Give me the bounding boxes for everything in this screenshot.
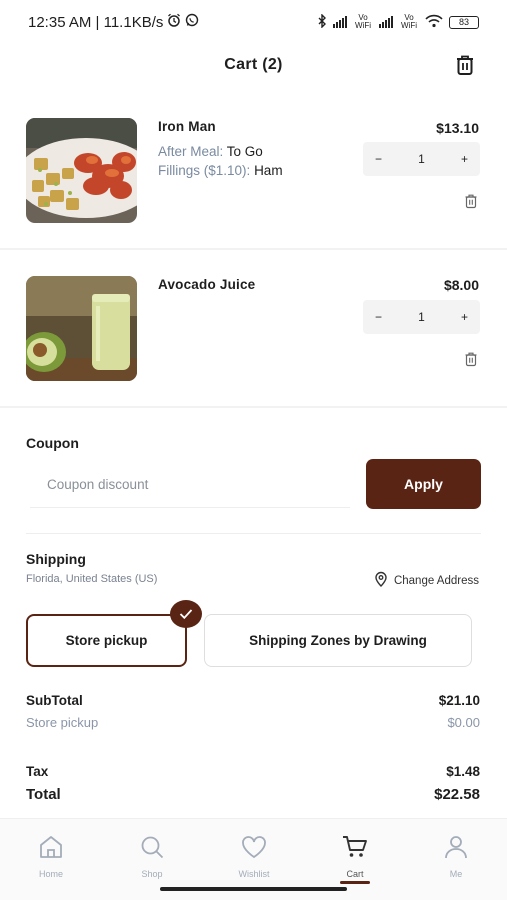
home-icon xyxy=(37,833,65,866)
clear-cart-trash-icon[interactable] xyxy=(453,53,477,77)
shipping-option-store-pickup[interactable]: Store pickup xyxy=(26,614,187,667)
subtotal-label: SubTotal xyxy=(26,693,83,708)
change-address-link[interactable]: Change Address xyxy=(373,571,479,590)
page-title: Cart (2) xyxy=(224,56,283,73)
quantity-value: 1 xyxy=(418,152,425,166)
nav-label: Wishlist xyxy=(238,869,270,879)
quantity-stepper: − 1 + xyxy=(363,300,480,334)
selected-check-icon xyxy=(170,600,202,628)
nav-label: Cart xyxy=(346,869,364,879)
vo-wifi-label-2: Vo WiFi xyxy=(401,13,417,30)
increase-quantity-button[interactable]: + xyxy=(461,307,468,327)
tax-value: $1.48 xyxy=(446,764,480,779)
home-indicator[interactable] xyxy=(160,887,347,891)
tax-label: Tax xyxy=(26,764,49,779)
remove-item-trash-icon[interactable] xyxy=(463,351,479,367)
total-value: $22.58 xyxy=(434,786,480,803)
divider xyxy=(26,533,481,534)
shipping-method-label: Store pickup xyxy=(26,715,99,730)
status-left: 12:35 AM | 11.1KB/s xyxy=(28,13,199,31)
avocado-juice-image xyxy=(26,276,137,381)
nav-label: Home xyxy=(38,869,63,879)
search-icon xyxy=(138,833,166,866)
shipping-option-zones-by-drawing[interactable]: Shipping Zones by Drawing xyxy=(204,614,472,667)
vo-wifi-label: Vo WiFi xyxy=(355,13,371,30)
option-value: To Go xyxy=(226,144,263,159)
item-name: Iron Man xyxy=(158,119,216,134)
alarm-icon xyxy=(167,13,181,31)
status-bar: 12:35 AM | 11.1KB/s Vo WiFi Vo WiFi 83 xyxy=(0,0,507,44)
nav-home[interactable]: Home xyxy=(16,833,86,879)
cart-icon xyxy=(341,833,369,866)
nav-me[interactable]: Me xyxy=(421,833,491,879)
item-name: Avocado Juice xyxy=(158,277,256,292)
option-label: Fillings ($1.10): xyxy=(158,163,251,178)
change-address-label: Change Address xyxy=(393,574,479,587)
battery-icon: 83 xyxy=(449,15,479,29)
nav-label: Me xyxy=(449,869,463,879)
decrease-quantity-button[interactable]: − xyxy=(375,149,382,169)
remove-item-trash-icon[interactable] xyxy=(463,193,479,209)
wifi-icon xyxy=(425,14,443,31)
nav-shop[interactable]: Shop xyxy=(117,833,187,879)
status-right: Vo WiFi Vo WiFi 83 xyxy=(317,12,479,31)
item-price: $8.00 xyxy=(443,277,479,293)
decrease-quantity-button[interactable]: − xyxy=(375,307,382,327)
apply-coupon-button[interactable]: Apply xyxy=(366,459,481,509)
quantity-stepper: − 1 + xyxy=(363,142,480,176)
location-pin-icon xyxy=(373,571,389,590)
tax-row: Tax $1.48 xyxy=(26,764,480,779)
divider xyxy=(0,406,507,408)
shipping-method-value: $0.00 xyxy=(447,715,480,730)
shipping-method-row: Store pickup $0.00 xyxy=(26,715,480,730)
item-price: $13.10 xyxy=(436,120,479,136)
iron-man-dish-image xyxy=(26,118,137,223)
cart-header: Cart (2) xyxy=(0,44,507,86)
item-option: Fillings ($1.10): Ham xyxy=(158,163,283,178)
option-value: Ham xyxy=(254,163,283,178)
coupon-label: Coupon xyxy=(26,435,79,451)
active-tab-indicator xyxy=(340,881,370,884)
shipping-label: Shipping xyxy=(26,551,86,567)
total-label: Total xyxy=(26,786,61,803)
option-label: After Meal: xyxy=(158,144,224,159)
shipping-option-label: Shipping Zones by Drawing xyxy=(249,633,427,648)
nav-label: Shop xyxy=(141,869,163,879)
whatsapp-icon xyxy=(185,13,199,31)
coupon-input[interactable] xyxy=(30,462,350,508)
signal-icon xyxy=(333,16,347,28)
nav-wishlist[interactable]: Wishlist xyxy=(219,833,289,879)
shipping-location: Florida, United States (US) xyxy=(26,573,158,585)
increase-quantity-button[interactable]: + xyxy=(461,149,468,169)
subtotal-row: SubTotal $21.10 xyxy=(26,693,480,708)
status-time: 12:35 AM | 11.1KB/s xyxy=(28,13,164,31)
quantity-value: 1 xyxy=(418,310,425,324)
total-row: Total $22.58 xyxy=(26,786,480,803)
signal-icon-2 xyxy=(379,16,393,28)
subtotal-value: $21.10 xyxy=(438,693,480,708)
divider xyxy=(0,248,507,250)
shipping-option-label: Store pickup xyxy=(65,633,148,648)
heart-icon xyxy=(240,833,268,866)
bluetooth-icon xyxy=(317,12,327,31)
item-option: After Meal: To Go xyxy=(158,144,263,159)
nav-cart[interactable]: Cart xyxy=(320,833,390,879)
user-icon xyxy=(442,833,470,866)
